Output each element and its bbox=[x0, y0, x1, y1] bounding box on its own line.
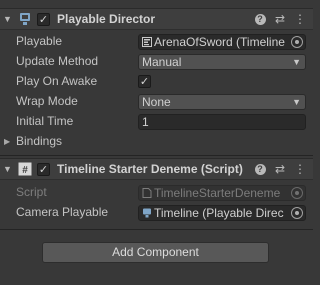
playable-director-icon bbox=[20, 13, 30, 25]
timeline-asset-icon bbox=[142, 37, 152, 47]
bindings-foldout[interactable]: ▶ Bindings bbox=[0, 132, 313, 152]
timeline-starter-header[interactable]: ▼ # ✓ Timeline Starter Deneme (Script) ?… bbox=[0, 158, 313, 180]
fold-arrow-icon[interactable]: ▼ bbox=[3, 14, 12, 24]
dropdown-arrow-icon: ▼ bbox=[292, 57, 301, 67]
help-icon[interactable]: ? bbox=[253, 12, 267, 26]
object-picker-icon bbox=[291, 187, 303, 199]
fold-arrow-icon[interactable]: ▼ bbox=[3, 164, 12, 174]
enabled-checkbox[interactable]: ✓ bbox=[37, 163, 50, 176]
presets-icon[interactable]: ⇄ bbox=[273, 162, 287, 176]
wrap-mode-row: Wrap Mode None ▼ bbox=[0, 92, 313, 112]
script-file-icon bbox=[142, 188, 152, 198]
playable-director-header[interactable]: ▼ ✓ Playable Director ? ⇄ ⋮ bbox=[0, 8, 313, 30]
play-on-awake-checkbox[interactable]: ✓ bbox=[138, 75, 151, 88]
wrap-mode-dropdown[interactable]: None ▼ bbox=[138, 94, 306, 110]
bindings-label: Bindings bbox=[16, 134, 63, 148]
component-title: Playable Director bbox=[57, 12, 156, 26]
header-tools: ? ⇄ ⋮ bbox=[253, 12, 307, 26]
add-component-button[interactable]: Add Component bbox=[42, 242, 269, 263]
initial-time-input[interactable]: 1 bbox=[138, 114, 306, 130]
object-picker-icon[interactable] bbox=[291, 36, 303, 48]
presets-icon[interactable]: ⇄ bbox=[273, 12, 287, 26]
script-row: Script TimelineStarterDeneme bbox=[0, 183, 313, 203]
update-method-dropdown[interactable]: Manual ▼ bbox=[138, 54, 306, 70]
playable-field[interactable]: ArenaOfSword (Timeline bbox=[138, 34, 306, 50]
camera-playable-label: Camera Playable bbox=[16, 205, 109, 219]
svg-text:#: # bbox=[22, 165, 28, 176]
component-separator bbox=[0, 229, 313, 230]
help-icon[interactable]: ? bbox=[253, 162, 267, 176]
wrap-mode-label: Wrap Mode bbox=[16, 94, 78, 108]
dropdown-arrow-icon: ▼ bbox=[292, 97, 301, 107]
object-picker-icon[interactable] bbox=[291, 207, 303, 219]
update-method-label: Update Method bbox=[16, 54, 99, 68]
play-on-awake-row: Play On Awake ✓ bbox=[0, 72, 313, 92]
initial-time-row: Initial Time 1 bbox=[0, 112, 313, 132]
header-tools: ? ⇄ ⋮ bbox=[253, 162, 307, 176]
foldout-arrow-icon[interactable]: ▶ bbox=[4, 137, 10, 146]
script-field: TimelineStarterDeneme bbox=[138, 185, 306, 201]
playable-label: Playable bbox=[16, 34, 63, 48]
update-method-row: Update Method Manual ▼ bbox=[0, 52, 313, 72]
playable-row: Playable ArenaOfSword (Timeline bbox=[0, 32, 313, 52]
initial-time-label: Initial Time bbox=[16, 114, 74, 128]
play-on-awake-label: Play On Awake bbox=[16, 74, 98, 88]
more-options-icon[interactable]: ⋮ bbox=[293, 162, 307, 176]
component-title: Timeline Starter Deneme (Script) bbox=[57, 162, 243, 176]
script-label: Script bbox=[16, 185, 47, 199]
playable-director-icon bbox=[143, 208, 151, 218]
enabled-checkbox[interactable]: ✓ bbox=[37, 13, 50, 26]
csharp-script-icon: # bbox=[18, 162, 32, 176]
more-options-icon[interactable]: ⋮ bbox=[293, 12, 307, 26]
camera-playable-field[interactable]: Timeline (Playable Direc bbox=[138, 205, 306, 221]
camera-playable-row: Camera Playable Timeline (Playable Direc bbox=[0, 203, 313, 223]
component-separator bbox=[0, 155, 313, 156]
